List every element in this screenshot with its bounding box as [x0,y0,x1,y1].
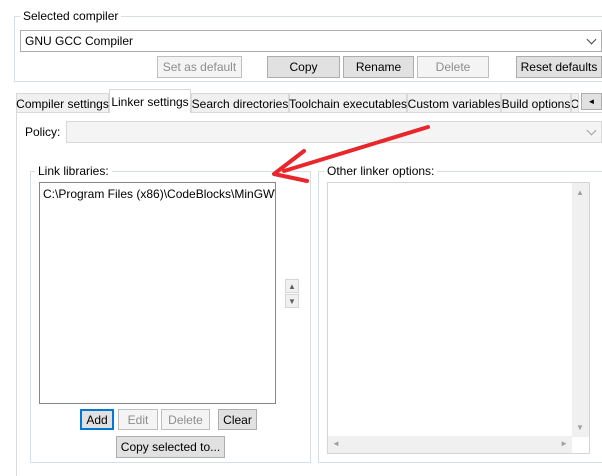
copy-selected-to-button[interactable]: Copy selected to... [116,436,225,458]
policy-label: Policy: [25,125,61,139]
tab-toolchain-executables[interactable]: Toolchain executables [289,93,407,113]
tab-scroll-left-button[interactable]: ◄ [581,93,602,110]
policy-select[interactable] [66,121,602,143]
scroll-left-icon: ◄ [332,439,340,448]
compiler-select-value: GNU GCC Compiler [25,34,134,48]
link-libraries-label: Link libraries: [35,164,112,178]
up-arrow-icon: ▲ [288,281,296,291]
set-as-default-button[interactable]: Set as default [157,56,242,78]
delete-library-button[interactable]: Delete [161,409,210,430]
rename-button[interactable]: Rename [343,56,414,78]
tab-linker-settings[interactable]: Linker settings [109,89,191,113]
tab-custom-variables[interactable]: Custom variables [407,93,501,113]
tab-compiler-settings[interactable]: Compiler settings [16,93,109,113]
scroll-down-icon: ▼ [576,423,584,432]
chevron-down-icon [586,34,597,45]
move-up-button[interactable]: ▲ [285,279,299,293]
chevron-down-icon [586,125,597,136]
compiler-select[interactable]: GNU GCC Compiler [20,30,602,52]
list-item[interactable]: C:\Program Files (x86)\CodeBlocks\MinGW\… [40,183,275,201]
add-library-button[interactable]: Add [80,409,114,430]
copy-button[interactable]: Copy [267,56,340,78]
reset-defaults-button[interactable]: Reset defaults [516,56,602,78]
down-arrow-icon: ▼ [288,296,296,306]
tab-build-options[interactable]: Build options [501,93,571,113]
delete-compiler-button[interactable]: Delete [417,56,489,78]
selected-compiler-label: Selected compiler [20,9,122,23]
horizontal-scrollbar[interactable]: ◄ ► [328,436,572,453]
other-linker-options-textarea[interactable]: ▲ ▼ ◄ ► [327,182,590,454]
edit-library-button[interactable]: Edit [118,409,158,430]
scroll-up-icon: ▲ [576,188,584,197]
move-down-button[interactable]: ▼ [285,294,299,308]
left-arrow-icon: ◄ [587,97,596,106]
tab-search-directories[interactable]: Search directories [191,93,289,113]
clear-libraries-button[interactable]: Clear [218,409,257,430]
scroll-right-icon: ► [560,439,568,448]
tab-overflow[interactable]: O [571,93,579,113]
link-libraries-list[interactable]: C:\Program Files (x86)\CodeBlocks\MinGW\… [39,182,276,404]
vertical-scrollbar[interactable]: ▲ ▼ [572,183,589,437]
other-linker-options-label: Other linker options: [324,164,438,178]
